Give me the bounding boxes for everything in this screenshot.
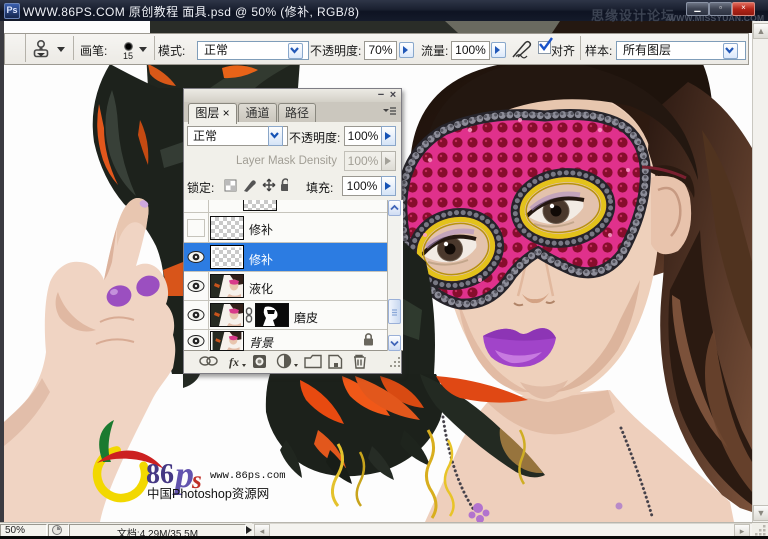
svg-text:中国Photoshop资源网: 中国Photoshop资源网 [147, 486, 269, 501]
svg-text:86: 86 [146, 459, 174, 490]
svg-text:fx: fx [229, 355, 239, 369]
svg-text:www.86ps.com: www.86ps.com [210, 470, 286, 482]
